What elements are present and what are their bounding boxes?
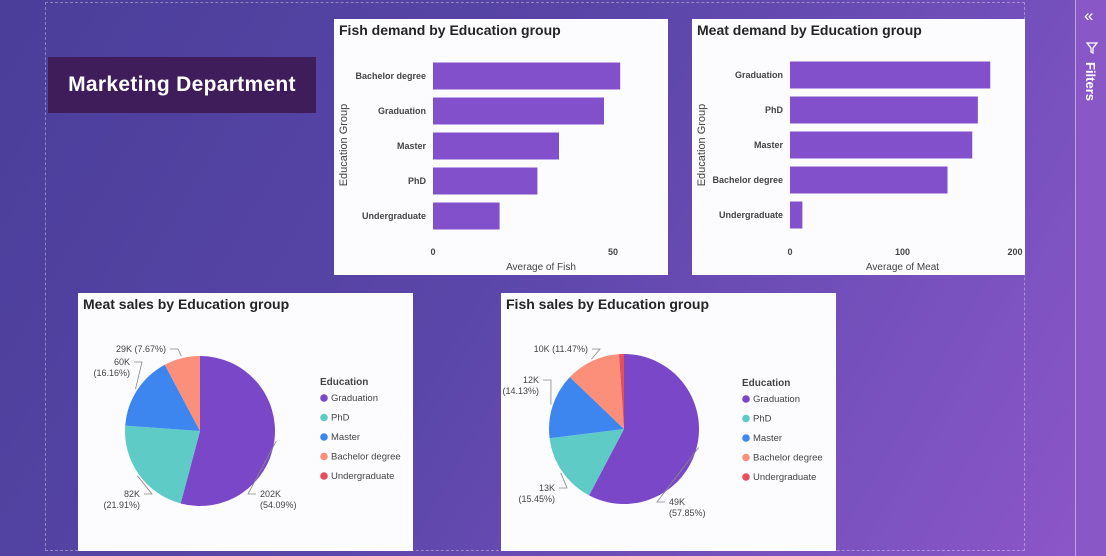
tick-label: 50 <box>608 247 618 257</box>
data-label-percent: (15.45%) <box>518 494 555 504</box>
data-label-value: 82K <box>124 489 140 499</box>
meat-sales-chart-svg: 202K(54.09%) 82K(21.91%) 60K(16.16%) 29K (7… <box>93 344 401 510</box>
leader-line <box>543 379 552 405</box>
category-label: PhD <box>765 105 784 115</box>
legend-marker <box>742 473 750 481</box>
bar-bachelor-degree <box>790 166 948 194</box>
bar-phd <box>433 167 538 195</box>
legend-marker <box>320 433 328 441</box>
legend-marker <box>742 453 750 462</box>
category-label: Undergraduate <box>719 210 783 220</box>
meat-sales-pie-chart[interactable]: Meat sales by Education group 202K (54.09… <box>78 293 413 551</box>
legend-item-graduation: Graduation <box>331 393 378 404</box>
data-label-value: 60K <box>114 357 130 367</box>
legend-item-undergraduate: Undergraduate <box>753 472 816 483</box>
data-label-percent: (21.91%) <box>103 500 140 510</box>
bar-master <box>433 132 559 160</box>
legend-item-master: Master <box>331 432 360 443</box>
y-axis-label: Education Group <box>338 104 350 187</box>
legend-marker <box>742 414 750 423</box>
data-label-percent: (54.09%) <box>260 500 297 510</box>
data-label-value: 12K <box>523 375 539 385</box>
category-label: Graduation <box>378 106 426 116</box>
filters-pane[interactable]: « Filters <box>1075 0 1106 556</box>
bar-undergraduate <box>433 202 500 230</box>
category-label: Bachelor degree <box>355 71 426 81</box>
leader-line <box>170 348 182 357</box>
tick-label: 100 <box>895 247 910 257</box>
category-label: Bachelor degree <box>712 175 783 185</box>
fish-demand-chart-svg: Bachelor degree Graduation Master PhD Underg… <box>338 62 621 273</box>
fish-sales-chart-svg: 49K(57.85%) 13K(15.45%) 12K(14.13%) 10K (11… <box>502 344 823 518</box>
leader-line <box>591 348 601 360</box>
meat-demand-bar-chart[interactable]: Meat demand by Education group Graduatio… <box>692 19 1025 275</box>
bar-master <box>790 131 973 159</box>
legend-item-phd: PhD <box>753 414 772 425</box>
legend-title: Education <box>742 378 790 389</box>
legend-item-bachelor-degree: Bachelor degree <box>753 453 823 464</box>
legend-item-bachelor-degree: Bachelor degree <box>331 452 401 463</box>
category-label: PhD <box>408 176 427 186</box>
legend-item-graduation: Graduation <box>753 394 800 405</box>
double-chevron-left-icon[interactable]: « <box>1084 7 1093 24</box>
filters-label[interactable]: Filters <box>1083 62 1098 101</box>
data-label-value: 10K (11.47%) <box>534 344 588 354</box>
category-label: Master <box>397 141 427 151</box>
funnel-icon <box>1086 42 1098 54</box>
fish-demand-bar-chart[interactable]: Fish demand by Education group Bachelor … <box>334 19 668 275</box>
legend-marker <box>320 472 328 480</box>
legend-marker <box>320 452 328 461</box>
meat-demand-chart-svg: Graduation PhD Master Bachelor degree Underg… <box>696 61 1023 273</box>
data-label-value: 13K <box>539 483 555 493</box>
category-label: Master <box>754 140 784 150</box>
legend-marker <box>320 413 328 422</box>
legend-item-master: Master <box>753 433 782 444</box>
data-label-value: 202K <box>260 489 281 499</box>
fish-sales-pie-chart[interactable]: Fish sales by Education group 49K (57.85%… <box>501 293 836 551</box>
tick-label: 0 <box>430 247 435 257</box>
report-title-box[interactable]: Marketing Department <box>48 57 316 113</box>
bar-graduation <box>790 61 991 89</box>
bar-phd <box>790 96 978 124</box>
bar-bachelor-degree <box>433 62 621 90</box>
category-label: Undergraduate <box>362 211 426 221</box>
legend-marker <box>742 434 750 442</box>
data-label-percent: (57.85%) <box>669 508 706 518</box>
tick-label: 200 <box>1007 247 1022 257</box>
report-title: Marketing Department <box>68 73 296 96</box>
data-label-percent: (14.13%) <box>502 386 539 396</box>
legend-marker <box>320 394 328 402</box>
bar-undergraduate <box>790 201 803 229</box>
x-axis-label: Average of Fish <box>506 262 576 273</box>
y-axis-label: Education Group <box>696 104 708 187</box>
data-label-value: 49K <box>669 497 685 507</box>
category-label: Graduation <box>735 70 783 80</box>
data-label-percent: (16.16%) <box>93 368 130 378</box>
legend-item-undergraduate: Undergraduate <box>331 471 394 482</box>
tick-label: 0 <box>787 247 792 257</box>
legend-item-phd: PhD <box>331 413 350 424</box>
data-label-value: 29K (7.67%) <box>116 344 166 354</box>
legend-title: Education <box>320 377 368 388</box>
x-axis-label: Average of Meat <box>866 262 939 273</box>
legend-marker <box>742 395 750 403</box>
bar-graduation <box>433 97 604 125</box>
